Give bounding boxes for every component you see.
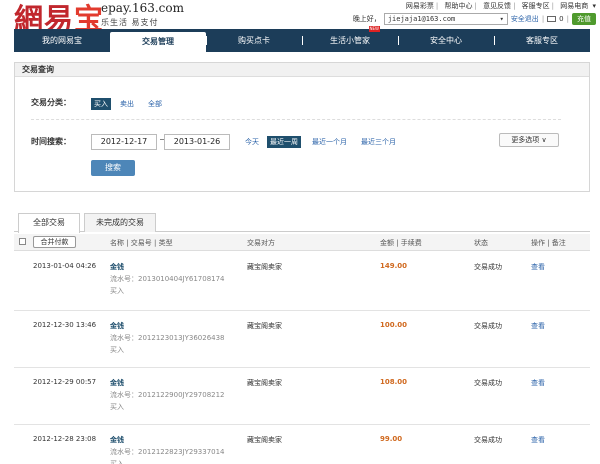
nav-item-my-account[interactable]: 我的网易宝 (14, 29, 110, 52)
transaction-tabs: 全部交易 未完成的交易 (14, 213, 590, 233)
table-row: 2012-12-28 23:08 金钱 流水号：2012122823JY2933… (14, 425, 590, 464)
nav-item-buy-card[interactable]: 购买点卡 (206, 29, 302, 52)
tab-all-transactions[interactable]: 全部交易 (18, 213, 80, 233)
mail-icon[interactable] (547, 15, 557, 22)
row-counterparty: 藏宝阁卖家 (247, 322, 282, 330)
username: jiejaja1@163.com (387, 14, 456, 23)
header-actions: 操作 | 备注 (531, 239, 566, 247)
nav-item-service[interactable]: 客服专区 (494, 29, 590, 52)
row-view-link[interactable]: 查看 (531, 262, 545, 272)
page: 網易宝 epay.163.com 乐生活 易支付 网易彩票 | 帮助中心 | 意见反… (0, 0, 600, 464)
header-status: 状态 (474, 239, 488, 247)
separator: | (541, 14, 545, 23)
new-badge: NEW (368, 26, 380, 32)
row-name[interactable]: 金钱 (110, 321, 124, 331)
row-serial: 流水号：2013010404JY61708174 (110, 275, 225, 283)
more-options-button[interactable]: 更多选项 ∨ (499, 133, 559, 147)
start-date-input[interactable]: 2012-12-17 (91, 134, 157, 150)
row-type: 买入 (110, 287, 124, 295)
row-status: 交易成功 (474, 322, 502, 330)
query-panel-title: 交易查询 (15, 63, 589, 77)
range-last-month[interactable]: 最近一个月 (312, 137, 347, 147)
row-status: 交易成功 (474, 379, 502, 387)
charge-button[interactable]: 充值 (572, 12, 596, 25)
user-bar: 晚上好， jiejaja1@163.com ▾ 安全退出 | 0 | 充值 (353, 12, 596, 25)
site-url: epay.163.com (101, 1, 184, 15)
table-header: 合并付款 名称 | 交易号 | 类型 交易对方 金额 | 手续费 状态 操作 |… (14, 234, 590, 251)
header-amount: 金额 | 手续费 (380, 239, 422, 247)
row-serial: 流水号：2012123013JY36026438 (110, 334, 225, 342)
separator: | (513, 2, 516, 10)
category-label: 交易分类： (31, 98, 71, 107)
row-name[interactable]: 金钱 (110, 378, 124, 388)
header-name: 名称 | 交易号 | 类型 (110, 239, 173, 247)
query-panel: 交易查询 交易分类： 买入 卖出 全部 时间搜索： 2012-12-17 201… (14, 62, 590, 192)
category-all[interactable]: 全部 (145, 98, 165, 110)
end-date-input[interactable]: 2013-01-26 (164, 134, 230, 150)
nav-item-life-helper[interactable]: 生活小管家 NEW (302, 26, 398, 52)
top-link-service[interactable]: 客服专区 (522, 2, 550, 10)
row-counterparty: 藏宝阁卖家 (247, 263, 282, 271)
account-select[interactable]: jiejaja1@163.com ▾ (383, 12, 508, 25)
separator: | (551, 2, 555, 10)
row-view-link[interactable]: 查看 (531, 378, 545, 388)
row-serial: 流水号：2012122823JY29337014 (110, 448, 225, 456)
time-label: 时间搜索： (31, 137, 71, 146)
separator: | (566, 14, 569, 23)
row-counterparty: 藏宝阁卖家 (247, 379, 282, 387)
top-link-feedback[interactable]: 意见反馈 (483, 2, 511, 10)
header-counterparty: 交易对方 (247, 239, 275, 247)
safe-exit-link[interactable]: 安全退出 (511, 14, 539, 24)
divider (31, 119, 561, 120)
row-name[interactable]: 金钱 (110, 435, 124, 445)
row-serial: 流水号：2012122900JY29708212 (110, 391, 225, 399)
tagline: 乐生活 易支付 (101, 18, 159, 27)
row-amount: 149.00 (380, 262, 408, 270)
row-type: 买入 (110, 460, 124, 464)
chevron-down-icon[interactable]: ▾ (590, 2, 596, 10)
chevron-down-icon: ▾ (499, 14, 504, 23)
top-link-help[interactable]: 帮助中心 (444, 2, 472, 10)
row-date: 2012-12-28 23:08 (33, 435, 97, 443)
top-link-ecommerce[interactable]: 网易电商 (560, 2, 588, 10)
nav-item-security[interactable]: 安全中心 (398, 29, 494, 52)
row-type: 买入 (110, 346, 124, 354)
row-amount: 99.00 (380, 435, 403, 443)
range-last-week[interactable]: 最近一周 (267, 136, 301, 148)
nav-item-transactions[interactable]: 交易管理 (110, 32, 206, 52)
nav-item-label: 生活小管家 (330, 36, 370, 45)
row-name[interactable]: 金钱 (110, 262, 124, 272)
row-view-link[interactable]: 查看 (531, 321, 545, 331)
row-date: 2012-12-30 13:46 (33, 321, 97, 329)
select-all-checkbox[interactable] (19, 238, 26, 245)
row-status: 交易成功 (474, 436, 502, 444)
row-amount: 108.00 (380, 378, 408, 386)
range-today[interactable]: 今天 (245, 137, 259, 147)
row-date: 2012-12-29 00:57 (33, 378, 97, 386)
main-nav: 我的网易宝 交易管理 购买点卡 生活小管家 NEW 安全中心 客服专区 (14, 26, 590, 52)
separator: | (474, 2, 477, 10)
category-sell[interactable]: 卖出 (117, 98, 137, 110)
table-row: 2013-01-04 04:26 金钱 流水号：2013010404JY6170… (14, 252, 590, 311)
separator: | (435, 2, 439, 10)
row-amount: 100.00 (380, 321, 408, 329)
tab-incomplete-transactions[interactable]: 未完成的交易 (84, 213, 156, 232)
merge-pay-button[interactable]: 合并付款 (33, 236, 76, 248)
row-counterparty: 藏宝阁卖家 (247, 436, 282, 444)
category-buy[interactable]: 买入 (91, 98, 111, 110)
row-date: 2013-01-04 04:26 (33, 262, 97, 270)
table-row: 2012-12-29 00:57 金钱 流水号：2012122900JY2970… (14, 368, 590, 425)
range-last-three-months[interactable]: 最近三个月 (361, 137, 396, 147)
mail-count: 0 (559, 14, 564, 23)
top-link-lottery[interactable]: 网易彩票 (406, 2, 434, 10)
row-status: 交易成功 (474, 263, 502, 271)
greeting: 晚上好， (352, 14, 381, 23)
row-type: 买入 (110, 403, 124, 411)
top-links: 网易彩票 | 帮助中心 | 意见反馈 | 客服专区 | 网易电商 ▾ (404, 1, 596, 11)
search-button[interactable]: 搜索 (91, 160, 135, 176)
row-view-link[interactable]: 查看 (531, 435, 545, 445)
table-row: 2012-12-30 13:46 金钱 流水号：2012123013JY3602… (14, 311, 590, 368)
